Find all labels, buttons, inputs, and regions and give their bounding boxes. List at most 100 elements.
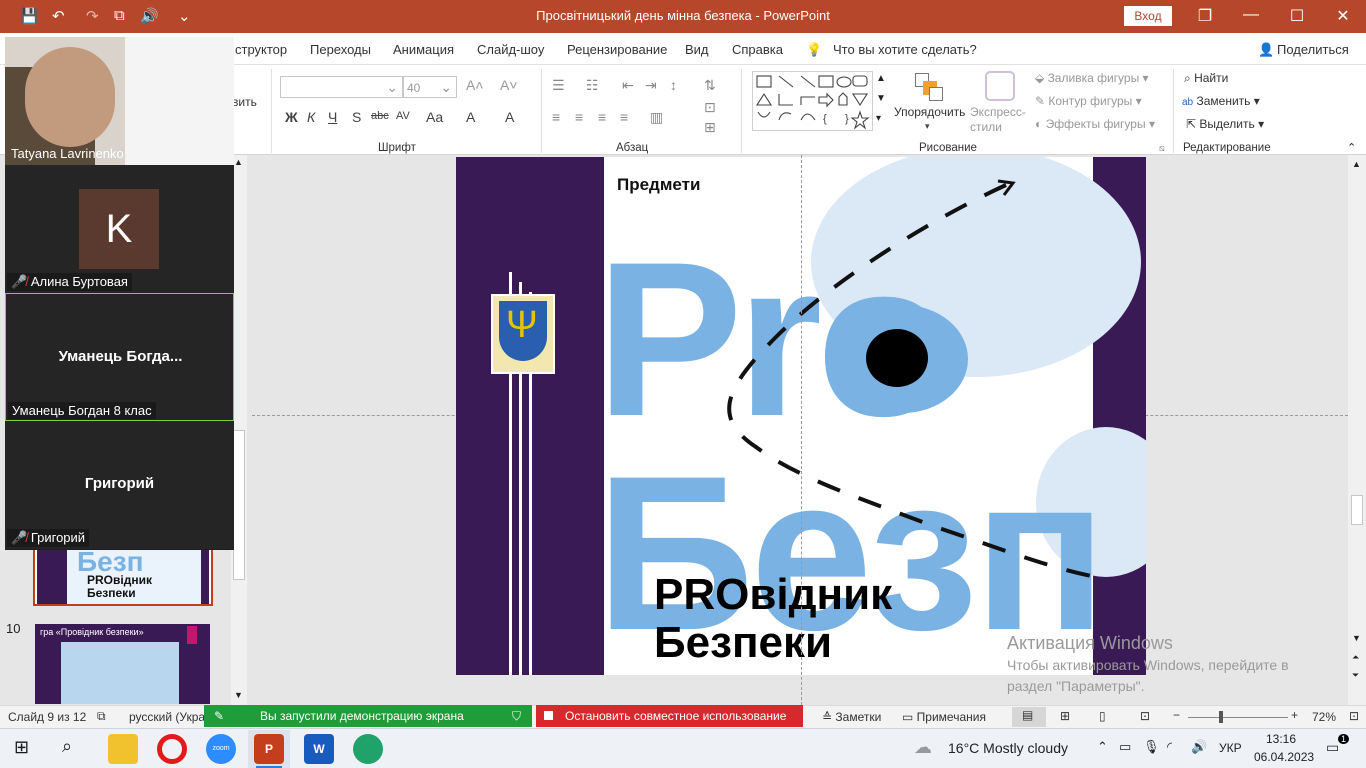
zoom-out-icon[interactable]: − — [1173, 708, 1180, 722]
tab-design-partial[interactable]: структор — [235, 42, 287, 57]
chevron-up-icon[interactable]: ⌃ — [1097, 739, 1108, 755]
shape-outline-button[interactable]: ✎ Контур фигуры ▾ — [1035, 94, 1142, 108]
font-name-dropdown[interactable]: ⌄ — [280, 76, 403, 98]
notifications-icon[interactable]: ▭ — [1326, 739, 1339, 756]
tab-review[interactable]: Рецензирование — [567, 42, 667, 57]
participant-avatar: K — [79, 189, 159, 269]
participant-name: Уманець Богдан 8 клас — [8, 402, 156, 419]
reading-view-icon[interactable]: ▯ — [1099, 709, 1106, 723]
columns-icon[interactable]: ▥ — [650, 109, 663, 126]
line-spacing-icon[interactable]: ↕ — [670, 77, 677, 93]
search-icon[interactable]: ⌕ — [62, 736, 72, 757]
participant-tile[interactable]: Григорий 🎤̸ Григорий — [5, 421, 234, 549]
increase-indent-icon[interactable]: ⇥ — [645, 77, 657, 94]
italic-button[interactable]: К — [307, 109, 315, 125]
next-slide-icon[interactable]: ⏷ — [1352, 670, 1359, 681]
paste-label-partial[interactable]: вить — [232, 95, 257, 109]
shape-fill-button[interactable]: ⬙ Заливка фигуры ▾ — [1035, 71, 1149, 85]
shape-effects-button[interactable]: ◐ Эффекты фигуры ▾ — [1035, 117, 1155, 131]
battery-icon[interactable]: ▭ — [1119, 739, 1131, 755]
clock-time[interactable]: 13:16 — [1266, 732, 1296, 746]
underline-button[interactable]: Ч — [328, 109, 337, 125]
zoom-app-icon[interactable]: zoom — [206, 734, 236, 764]
editor-scroll-thumb[interactable] — [1351, 495, 1363, 525]
participant-tile-active[interactable]: Уманець Богда... Уманець Богдан 8 клас — [5, 293, 234, 421]
editor-scrollbar[interactable]: ▲ ▼ ⏶ ⏷ — [1348, 155, 1366, 705]
zoom-slider[interactable] — [1188, 717, 1288, 718]
align-center-icon[interactable]: ≡ — [575, 109, 583, 125]
word-icon[interactable]: W — [304, 734, 334, 764]
minimize-button[interactable]: — — [1236, 6, 1266, 24]
file-explorer-icon[interactable] — [108, 734, 138, 764]
volume-icon[interactable]: 🔊 — [1191, 739, 1207, 755]
clock-date[interactable]: 06.04.2023 — [1254, 750, 1314, 764]
tell-me-search[interactable]: Что вы хотите сделать? — [833, 42, 977, 57]
keyboard-language[interactable]: УКР — [1219, 741, 1242, 755]
weather-icon[interactable]: ☁ — [914, 737, 932, 758]
decrease-indent-icon[interactable]: ⇤ — [622, 77, 634, 94]
font-size-dropdown[interactable]: 40 ⌄ — [403, 76, 457, 98]
collapse-ribbon-icon[interactable]: ⌃ — [1347, 141, 1356, 154]
clear-format-button[interactable]: A — [466, 109, 475, 125]
thumbnails-scroll-thumb[interactable] — [233, 430, 245, 580]
shapes-gallery[interactable]: {} — [752, 71, 889, 131]
close-button[interactable]: ✕ — [1328, 6, 1358, 26]
align-left-icon[interactable]: ≡ — [552, 109, 560, 125]
tab-slideshow[interactable]: Слайд-шоу — [477, 42, 544, 57]
find-button[interactable]: ⌕ Найти — [1184, 71, 1228, 86]
shapes-gallery-scroll[interactable]: ▲ ▼ ▾ — [872, 71, 889, 131]
tab-help[interactable]: Справка — [732, 42, 783, 57]
arrange-button[interactable]: Упорядочить — [894, 105, 965, 119]
change-case-button[interactable]: Aa — [426, 109, 443, 125]
strikethrough-button[interactable]: abc — [371, 110, 389, 122]
slide-title-line1: PROвідник — [654, 570, 893, 619]
windows-start-icon[interactable]: ⊞ — [14, 737, 29, 758]
select-button[interactable]: ⇱ Выделить ▾ — [1186, 117, 1264, 131]
align-right-icon[interactable]: ≡ — [598, 109, 606, 125]
justify-icon[interactable]: ≡ — [620, 109, 628, 125]
fit-slide-icon[interactable]: ⊡ — [1349, 709, 1359, 723]
weather-text[interactable]: 16°C Mostly cloudy — [948, 740, 1068, 756]
stop-share-button[interactable]: Остановить совместное использование — [536, 705, 803, 727]
ribbon-display-icon[interactable]: ❐ — [1190, 6, 1220, 26]
bold-button[interactable]: Ж — [285, 109, 298, 125]
edge-icon[interactable] — [353, 734, 383, 764]
microphone-icon[interactable]: 🎙 — [1143, 739, 1160, 755]
zoom-in-icon[interactable]: + — [1291, 708, 1298, 722]
text-direction-icon[interactable]: ⇅ — [704, 77, 716, 94]
quick-styles-button[interactable]: Экспресс-стили — [970, 105, 1030, 135]
notes-button[interactable]: ≙ Заметки — [822, 710, 881, 724]
tab-view[interactable]: Вид — [685, 42, 709, 57]
tab-transitions[interactable]: Переходы — [310, 42, 371, 57]
smartart-icon[interactable]: ⊞ — [704, 119, 716, 136]
align-text-icon[interactable]: ⊡ — [704, 99, 716, 116]
zoom-slider-thumb[interactable] — [1219, 711, 1223, 723]
spellcheck-icon[interactable]: ⧉ — [97, 709, 106, 724]
participant-video-tile[interactable]: Tatyana Lavrinenko — [5, 37, 234, 165]
participant-tile[interactable]: K 🎤̸ Алина Буртовая — [5, 165, 234, 293]
bullets-icon[interactable]: ☰ — [552, 77, 565, 94]
font-color-button[interactable]: A — [505, 109, 514, 125]
wifi-icon[interactable]: ◜ — [1167, 739, 1172, 755]
shrink-font-icon[interactable]: A˅ — [500, 77, 518, 93]
grow-font-icon[interactable]: A˄ — [466, 77, 484, 93]
opera-icon[interactable] — [157, 734, 187, 764]
normal-view-button[interactable]: ▤ — [1012, 707, 1046, 727]
zoom-level[interactable]: 72% — [1312, 710, 1336, 724]
numbering-icon[interactable]: ☷ — [586, 77, 599, 94]
slideshow-view-icon[interactable]: ⊡ — [1140, 709, 1150, 723]
char-spacing-button[interactable]: AV — [396, 110, 410, 122]
prev-slide-icon[interactable]: ⏶ — [1352, 652, 1359, 663]
dialog-launcher-icon[interactable]: ⧅ — [1159, 143, 1165, 154]
signin-button[interactable]: Вход — [1124, 6, 1172, 26]
maximize-button[interactable]: ☐ — [1282, 6, 1312, 26]
slide-thumbnail-10[interactable]: гра «Провідник безпеки» — [35, 624, 210, 704]
tab-animation[interactable]: Анимация — [393, 42, 454, 57]
replace-button[interactable]: ab Заменить ▾ — [1182, 94, 1260, 108]
shadow-button[interactable]: S — [352, 109, 361, 125]
slide-sorter-icon[interactable]: ⊞ — [1060, 709, 1070, 723]
powerpoint-taskbar-button[interactable]: P — [248, 730, 290, 768]
language-indicator[interactable]: русский (Укра — [129, 710, 205, 724]
share-button[interactable]: Поделиться — [1277, 42, 1349, 57]
comments-button[interactable]: ▭ Примечания — [902, 710, 986, 724]
